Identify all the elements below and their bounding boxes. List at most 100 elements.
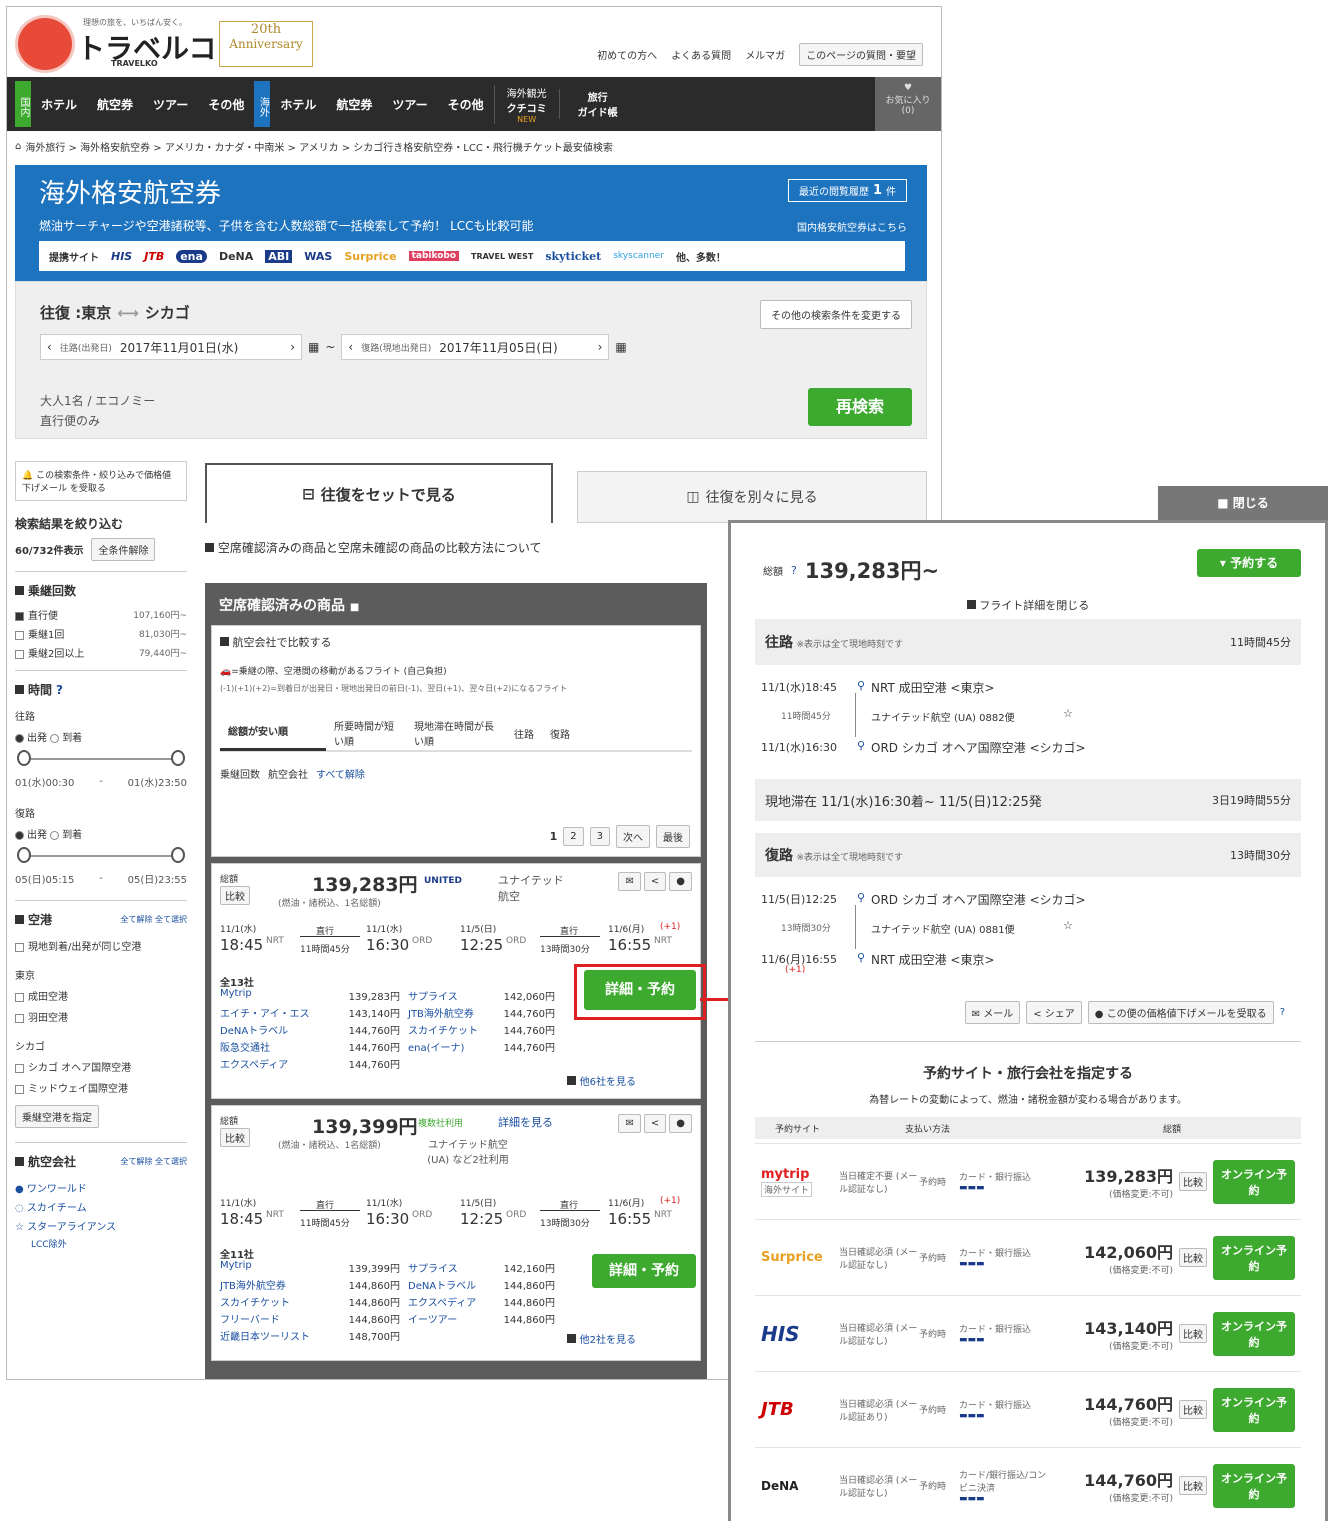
deal-site[interactable]: スカイチケット bbox=[220, 1294, 340, 1309]
deal-site[interactable]: サプライス bbox=[400, 988, 495, 1003]
online-reserve-button[interactable]: オンライン予約 bbox=[1213, 1235, 1295, 1280]
alliance-oneworld[interactable]: ● ワンワールド bbox=[15, 1180, 187, 1195]
page-2[interactable]: 2 bbox=[563, 827, 584, 846]
site-compare-chip[interactable]: 比較 bbox=[1179, 1400, 1207, 1419]
deal-site[interactable]: サプライス bbox=[400, 1260, 495, 1275]
transfer-option-two[interactable]: 乗継2回以上 79,440円~ bbox=[15, 645, 187, 660]
transfer-option-one[interactable]: 乗継1回 81,030円~ bbox=[15, 626, 187, 641]
deal-site[interactable]: DeNAトラベル bbox=[400, 1277, 495, 1292]
radio-arr[interactable] bbox=[50, 830, 60, 840]
logo-icon[interactable] bbox=[15, 15, 75, 73]
deal-site[interactable]: スカイチケット bbox=[400, 1022, 495, 1037]
breadcrumb-text[interactable]: 海外旅行 > 海外格安航空券 > アメリカ・カナダ・中南米 > アメリカ > シ… bbox=[25, 139, 612, 154]
help-icon[interactable]: ? bbox=[56, 683, 63, 697]
domestic-link[interactable]: 国内格安航空券はこちら bbox=[797, 219, 907, 234]
collapse-flight-details[interactable]: フライト詳細を閉じる bbox=[731, 597, 1325, 613]
compare-chip[interactable]: 比較 bbox=[220, 886, 250, 905]
inbound-time-slider[interactable] bbox=[17, 847, 185, 865]
deal-site[interactable]: フリーバード bbox=[220, 1311, 340, 1326]
price-alert-button[interactable]: ● この便の価格値下げメールを受取る bbox=[1087, 1001, 1274, 1024]
ret-next-day-icon[interactable]: › bbox=[598, 340, 603, 354]
radio-arr[interactable] bbox=[50, 733, 60, 743]
outbound-date-field[interactable]: ‹ 往路(出発日) 2017年11月01日(水) › bbox=[40, 334, 302, 360]
online-reserve-button[interactable]: オンライン予約 bbox=[1213, 1159, 1295, 1204]
ohare-option[interactable]: シカゴ オヘア国際空港 bbox=[15, 1059, 187, 1074]
narita-option[interactable]: 成田空港 bbox=[15, 988, 187, 1003]
header-link-mail[interactable]: メルマガ bbox=[745, 47, 785, 62]
tab-set[interactable]: ⊟ 往復をセットで見る bbox=[205, 463, 553, 523]
deal-site[interactable]: エイチ・アイ・エス bbox=[220, 1005, 340, 1020]
return-date-field[interactable]: ‹ 復路(現地出発日) 2017年11月05日(日) › bbox=[341, 334, 610, 360]
reserve-button[interactable]: ▾ 予約する bbox=[1197, 549, 1301, 577]
sort-shortest[interactable]: 所要時間が短い順 bbox=[326, 718, 406, 748]
deal-site[interactable]: 阪急交通社 bbox=[220, 1039, 340, 1054]
nav-guide[interactable]: 旅行 ガイド帳 bbox=[558, 89, 636, 119]
deal-site[interactable]: JTB海外航空券 bbox=[400, 1005, 495, 1020]
deal-site[interactable]: エクスペディア bbox=[220, 1056, 340, 1071]
sort-longest-stay[interactable]: 現地滞在時間が長い順 bbox=[406, 718, 506, 748]
slider-handle-right[interactable] bbox=[171, 750, 185, 766]
compare-airlines[interactable]: 航空会社で比較する bbox=[220, 634, 692, 650]
page-next[interactable]: 次へ bbox=[616, 825, 650, 848]
sort-cheapest[interactable]: 総額が安い順 bbox=[220, 715, 326, 751]
header-link-first[interactable]: 初めての方へ bbox=[597, 47, 657, 62]
home-icon[interactable]: ⌂ bbox=[15, 141, 21, 152]
nav-overseas-other[interactable]: その他 bbox=[438, 96, 494, 113]
nav-domestic-tour[interactable]: ツアー bbox=[143, 96, 198, 113]
more-sites-link[interactable]: 他6社を見る bbox=[567, 1073, 636, 1088]
calendar-icon[interactable]: ▦ bbox=[308, 340, 319, 354]
clear-all-button[interactable]: 全条件解除 bbox=[91, 538, 156, 561]
deal-site[interactable]: エクスペディア bbox=[400, 1294, 495, 1309]
ret-calendar-icon[interactable]: ▦ bbox=[615, 340, 626, 354]
deal-site[interactable]: Mytrip bbox=[220, 988, 340, 1003]
page-3[interactable]: 3 bbox=[589, 827, 610, 846]
detail-reserve-button[interactable]: 詳細・予約 bbox=[592, 1254, 696, 1288]
airline-release-all[interactable]: 全て解除 bbox=[120, 1157, 152, 1166]
mail-button[interactable]: ✉ メール bbox=[964, 1001, 1021, 1024]
airport-check-all[interactable]: 全て選択 bbox=[155, 915, 187, 924]
slider-handle-right[interactable] bbox=[171, 847, 185, 863]
slider-handle-left[interactable] bbox=[17, 847, 31, 863]
nav-kuchikomi[interactable]: 海外観光 クチコミ NEW bbox=[493, 84, 559, 124]
sort-outbound[interactable]: 往路 bbox=[506, 726, 542, 741]
detail-link[interactable]: 詳細を見る bbox=[498, 1114, 553, 1130]
detail-reserve-button[interactable]: 詳細・予約 bbox=[584, 970, 696, 1010]
star-icon[interactable]: ☆ bbox=[1063, 919, 1073, 932]
deal-site[interactable]: JTB海外航空券 bbox=[220, 1277, 340, 1292]
site-compare-chip[interactable]: 比較 bbox=[1179, 1172, 1207, 1191]
more-sites-link[interactable]: 他2社を見る bbox=[567, 1331, 636, 1346]
nav-domestic-other[interactable]: その他 bbox=[198, 96, 254, 113]
outbound-time-slider[interactable] bbox=[17, 750, 185, 768]
transfer-option-direct[interactable]: 直行便 107,160円~ bbox=[15, 607, 187, 622]
page-last[interactable]: 最後 bbox=[656, 825, 690, 848]
star-icon[interactable]: ☆ bbox=[1063, 707, 1073, 720]
sort-inbound[interactable]: 復路 bbox=[542, 726, 578, 741]
haneda-option[interactable]: 羽田空港 bbox=[15, 1009, 187, 1024]
airline-check-all[interactable]: 全て選択 bbox=[155, 1157, 187, 1166]
radio-dep[interactable] bbox=[15, 733, 24, 743]
header-link-faq[interactable]: よくある質問 bbox=[671, 47, 731, 62]
same-airport-option[interactable]: 現地到着/出発が同じ空港 bbox=[15, 938, 187, 953]
site-compare-chip[interactable]: 比較 bbox=[1179, 1476, 1207, 1495]
deal-site[interactable]: ena(イーナ) bbox=[400, 1039, 495, 1054]
lcc-exclude[interactable]: LCC除外 bbox=[31, 1237, 187, 1250]
ret-prev-day-icon[interactable]: ‹ bbox=[348, 340, 353, 354]
header-link-feedback[interactable]: このページの質問・要望 bbox=[799, 43, 923, 66]
help-icon[interactable]: ? bbox=[1280, 1007, 1285, 1018]
bell-icon[interactable]: ● bbox=[669, 1114, 692, 1133]
alert-mail-box[interactable]: 🔔 この検索条件・絞り込みで価格値下げメール を受取る bbox=[15, 461, 187, 501]
change-conditions-button[interactable]: その他の検索条件を変更する bbox=[760, 300, 912, 329]
nav-favorites[interactable]: ♥ お気に入り (0) bbox=[875, 77, 941, 131]
nav-overseas-air[interactable]: 航空券 bbox=[326, 96, 382, 113]
tab-separate[interactable]: ◫ 往復を別々に見る bbox=[577, 471, 927, 523]
online-reserve-button[interactable]: オンライン予約 bbox=[1213, 1463, 1295, 1508]
page-1[interactable]: 1 bbox=[550, 830, 558, 843]
deal-site[interactable]: 近畿日本ツーリスト bbox=[220, 1328, 340, 1343]
research-button[interactable]: 再検索 bbox=[808, 388, 912, 426]
info-icon[interactable]: ■ bbox=[350, 602, 359, 613]
prev-day-icon[interactable]: ‹ bbox=[47, 340, 52, 354]
site-compare-chip[interactable]: 比較 bbox=[1179, 1248, 1207, 1267]
airport-release-all[interactable]: 全て解除 bbox=[120, 915, 152, 924]
nav-domestic-air[interactable]: 航空券 bbox=[87, 96, 143, 113]
deal-site[interactable]: イーツアー bbox=[400, 1311, 495, 1326]
